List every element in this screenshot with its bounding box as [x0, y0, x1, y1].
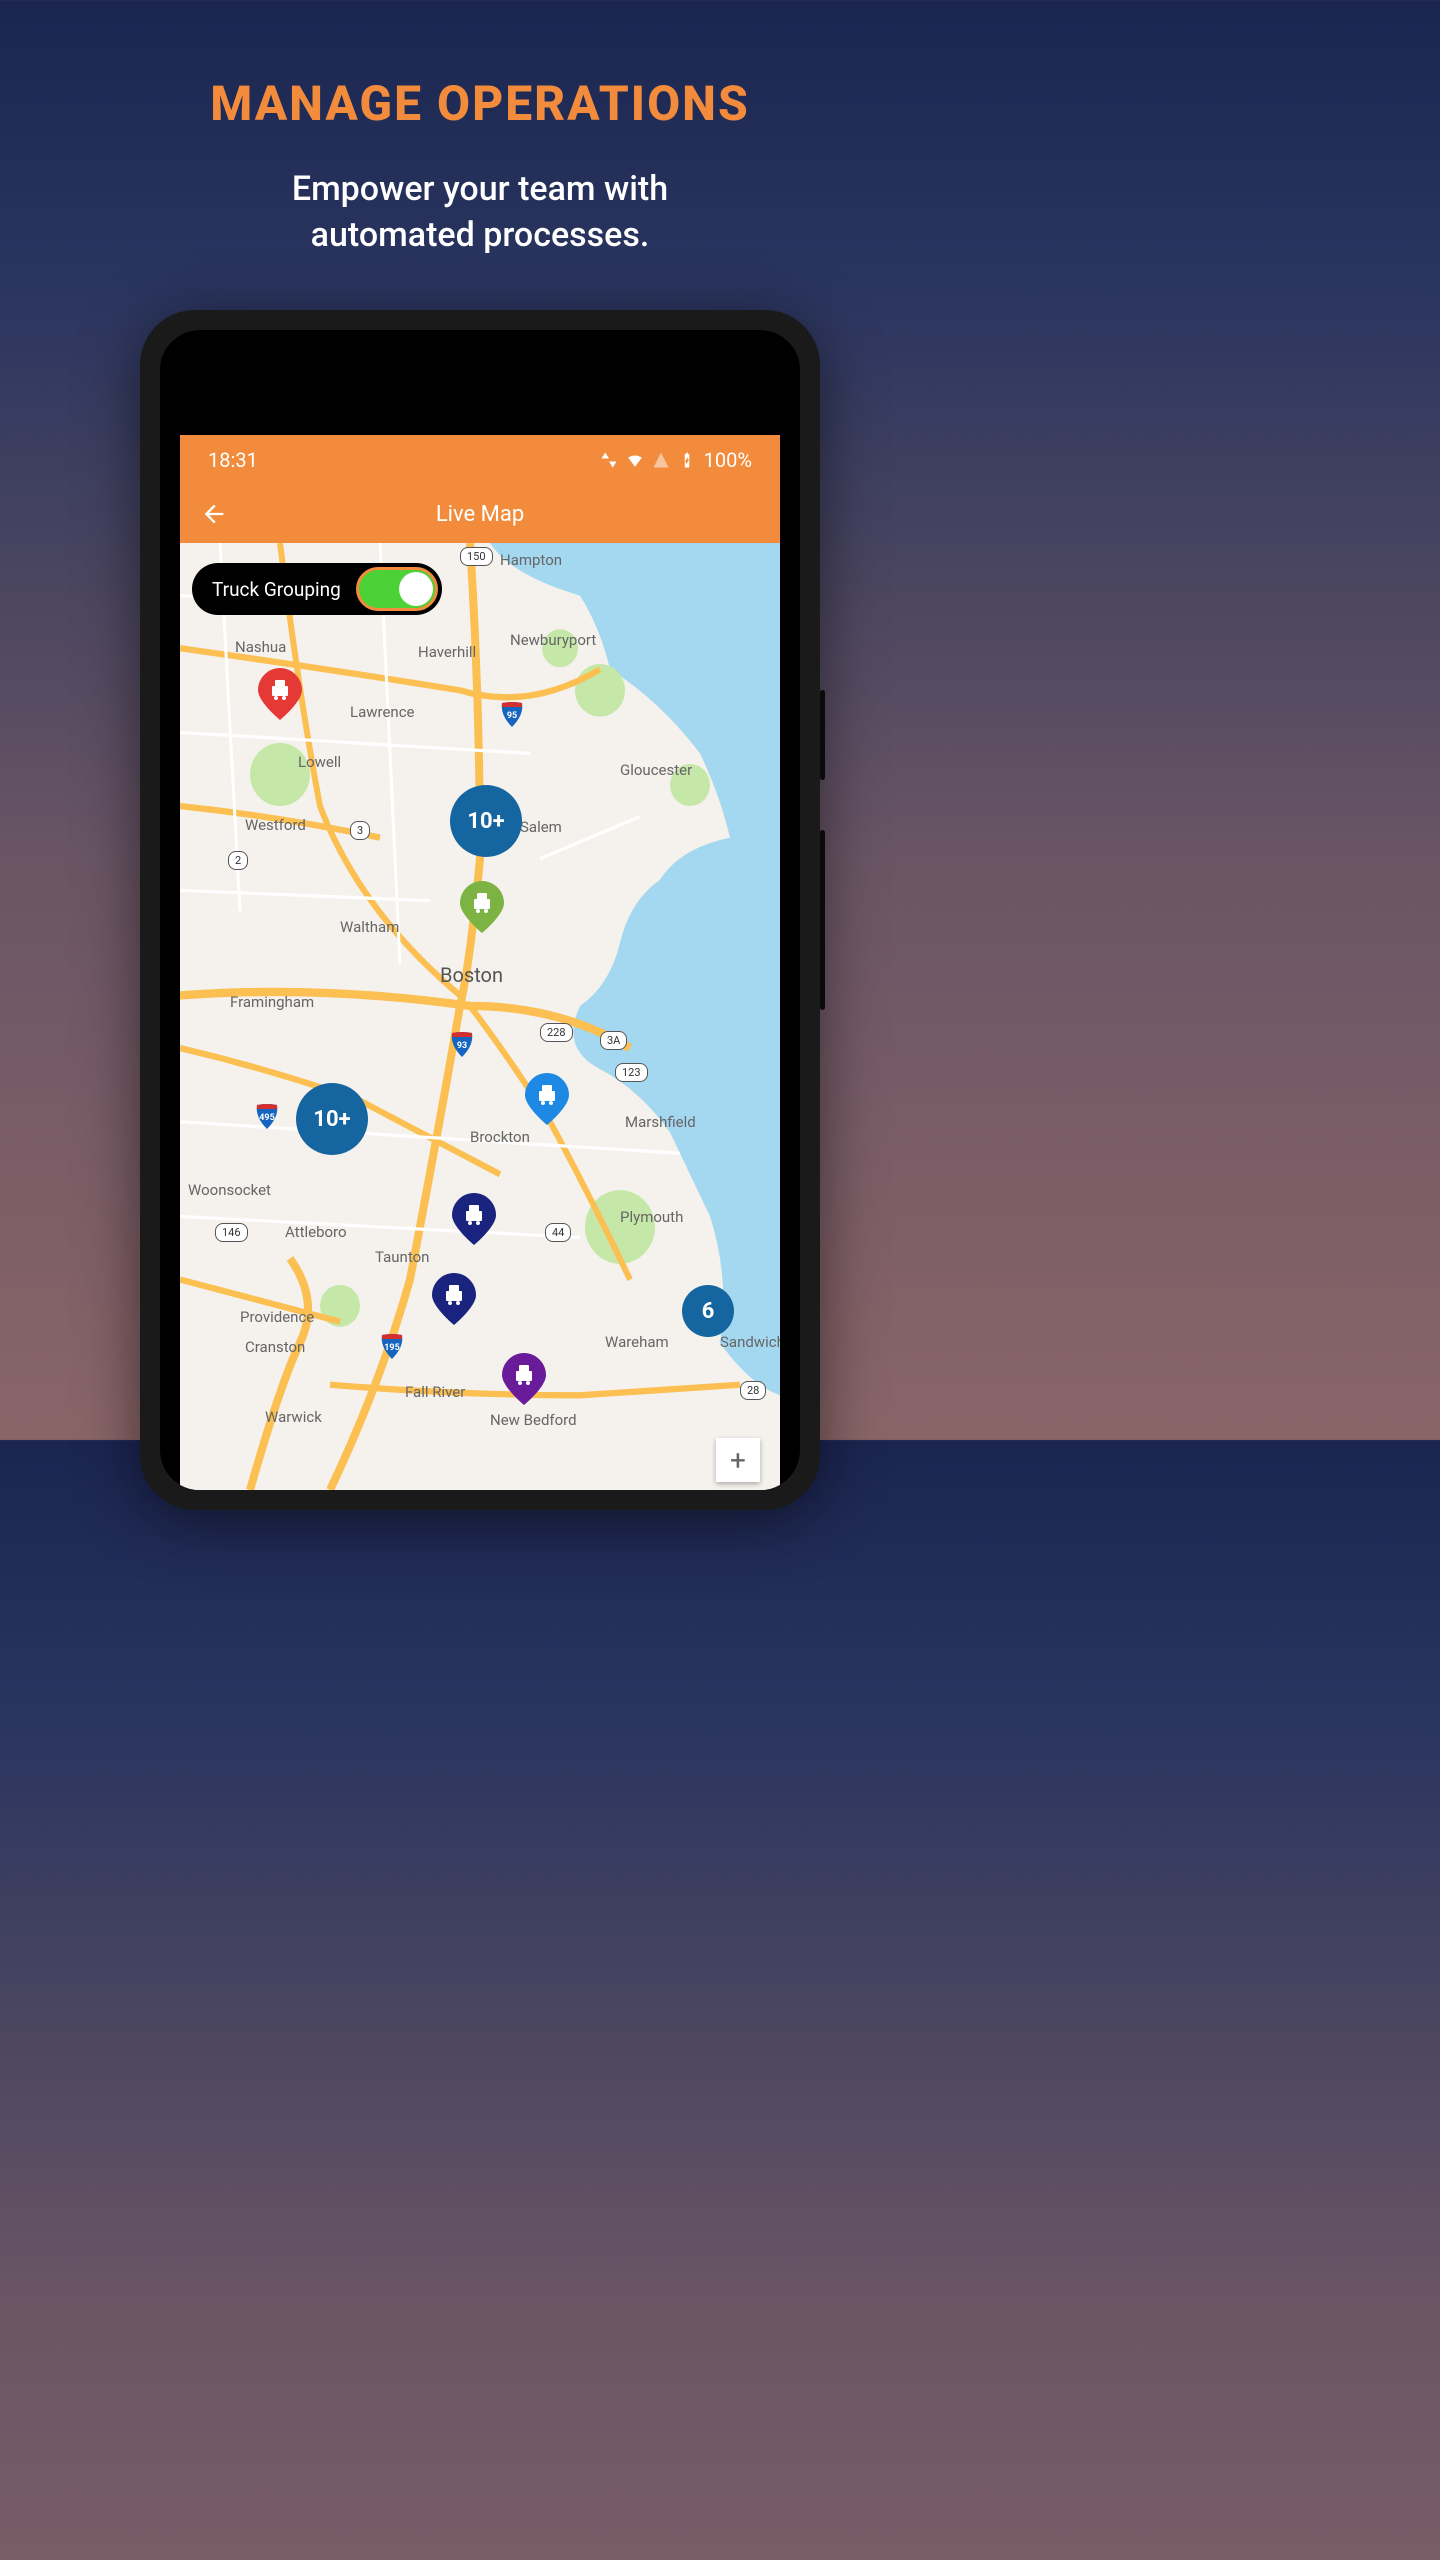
city-label: Providence: [240, 1308, 314, 1326]
battery-icon: [678, 451, 696, 469]
truck-grouping-toggle[interactable]: [356, 567, 438, 611]
truck-pin[interactable]: [525, 1073, 569, 1125]
phone-power-button: [820, 830, 825, 1010]
page-subtitle: Empower your team with automated process…: [0, 167, 960, 259]
phone-frame: 18:31 100% Live Map: [140, 310, 820, 1510]
toggle-label: Truck Grouping: [212, 578, 341, 601]
phone-bezel: 18:31 100% Live Map: [160, 330, 800, 1490]
page-title: MANAGE OPERATIONS: [0, 75, 960, 132]
phone-volume-button: [820, 690, 825, 780]
city-label: Boston: [440, 963, 503, 987]
road-shield: 44: [545, 1223, 571, 1242]
svg-text:95: 95: [507, 711, 517, 721]
city-label: Attleboro: [285, 1223, 347, 1241]
road-shield: 123: [615, 1063, 648, 1082]
status-time: 18:31: [208, 448, 258, 472]
cluster-marker[interactable]: 10+: [296, 1083, 368, 1155]
truck-pin[interactable]: [452, 1193, 496, 1245]
plus-icon: +: [730, 1444, 746, 1477]
app-bar: Live Map: [180, 485, 780, 543]
city-label: Brockton: [470, 1128, 530, 1146]
signal-icon: [652, 451, 670, 469]
truck-grouping-toggle-container: Truck Grouping: [192, 563, 442, 615]
city-label: Plymouth: [620, 1208, 683, 1226]
road-shield: 150: [460, 547, 493, 566]
truck-pin[interactable]: [432, 1273, 476, 1325]
city-label: Nashua: [235, 638, 286, 656]
city-label: Westford: [245, 816, 306, 834]
city-label: Lowell: [298, 753, 341, 771]
status-indicators: 100%: [600, 448, 752, 472]
city-label: Warwick: [265, 1408, 322, 1426]
city-label: Taunton: [375, 1248, 429, 1266]
interstate-shield: 95: [500, 701, 524, 727]
interstate-shield: 195: [380, 1333, 404, 1359]
road-shield: 3A: [600, 1031, 627, 1050]
battery-percent: 100%: [704, 448, 752, 472]
toggle-knob: [399, 572, 433, 606]
wifi-icon: [626, 451, 644, 469]
city-label: Hampton: [500, 551, 562, 569]
city-label: Wareham: [605, 1333, 669, 1351]
phone-screen: 18:31 100% Live Map: [180, 435, 780, 1490]
city-label: Marshfield: [625, 1113, 696, 1131]
back-arrow-icon[interactable]: [200, 500, 228, 528]
app-title: Live Map: [436, 502, 524, 527]
city-label: Newburyport: [510, 631, 596, 649]
status-bar: 18:31 100%: [180, 435, 780, 485]
city-label: Sandwich: [720, 1333, 780, 1351]
city-label: Waltham: [340, 918, 399, 936]
road-shield: 146: [215, 1223, 248, 1242]
city-label: Cranston: [245, 1338, 305, 1356]
truck-pin[interactable]: [460, 881, 504, 933]
city-label: Lawrence: [350, 703, 415, 721]
road-shield: 28: [740, 1381, 766, 1400]
road-shield: 3: [350, 821, 370, 840]
svg-text:195: 195: [384, 1343, 400, 1353]
headline-section: MANAGE OPERATIONS Empower your team with…: [0, 0, 960, 259]
svg-text:495: 495: [259, 1113, 275, 1123]
city-label: Fall River: [405, 1383, 465, 1401]
map-view[interactable]: Hampton Nashua Haverhill Newburyport Lawrenc…: [180, 543, 780, 1490]
road-shield: 2: [228, 851, 248, 870]
cluster-marker[interactable]: 10+: [450, 785, 522, 857]
interstate-shield: 93: [450, 1031, 474, 1057]
city-label: Framingham: [230, 993, 314, 1011]
truck-pin[interactable]: [258, 668, 302, 720]
city-label: Salem: [520, 818, 562, 836]
svg-text:93: 93: [457, 1041, 467, 1051]
interstate-shield: 495: [255, 1103, 279, 1129]
data-icon: [600, 451, 618, 469]
city-label: Woonsocket: [188, 1181, 271, 1199]
truck-pin[interactable]: [502, 1353, 546, 1405]
cluster-marker[interactable]: 6: [682, 1285, 734, 1337]
city-label: Gloucester: [620, 761, 692, 779]
road-shield: 228: [540, 1023, 573, 1042]
city-label: New Bedford: [490, 1411, 577, 1429]
city-label: Haverhill: [418, 643, 476, 661]
zoom-in-button[interactable]: +: [716, 1438, 760, 1482]
